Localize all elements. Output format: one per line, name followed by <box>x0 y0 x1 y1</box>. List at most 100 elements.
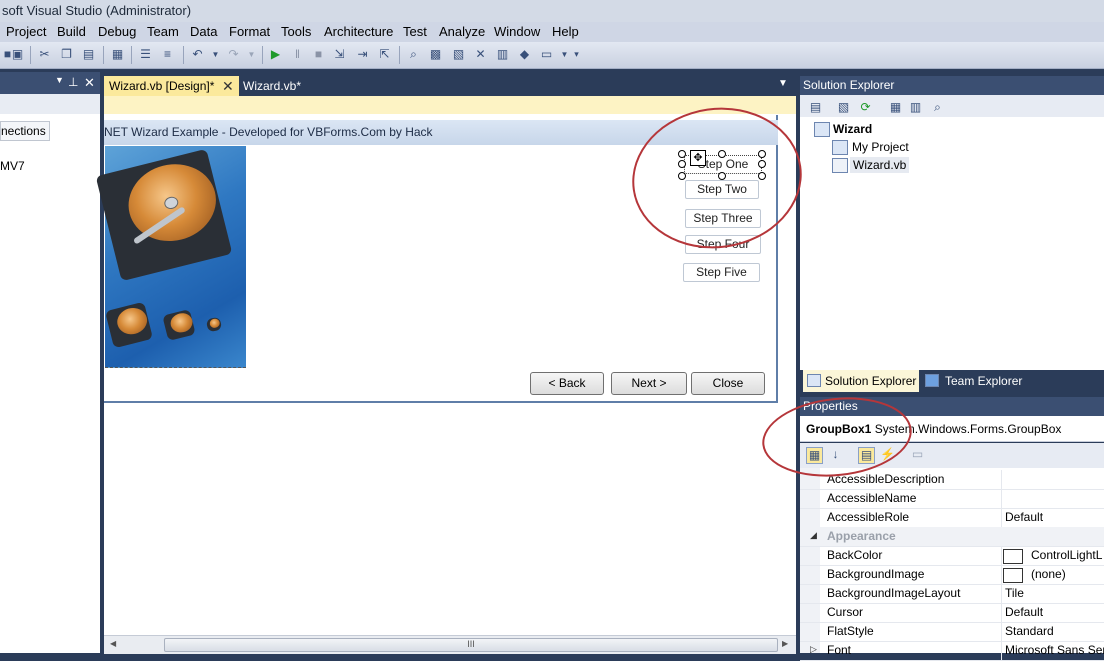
view-designer-icon[interactable]: ▥ <box>908 100 923 115</box>
left-panel-toolbar <box>0 94 100 114</box>
property-category-appearance[interactable]: ◢ Appearance <box>800 527 1104 547</box>
hard-drive-picture[interactable] <box>95 146 246 368</box>
class-diagram-icon[interactable]: ⌕ <box>930 100 945 115</box>
show-all-files-icon[interactable]: ▧ <box>836 100 851 115</box>
step-out-icon[interactable]: ⇱ <box>377 47 392 62</box>
hard-drive-small-icon <box>104 301 154 349</box>
tab-solution-explorer[interactable]: Solution Explorer <box>803 370 919 392</box>
window-position-chevron-icon[interactable]: ▼ <box>55 75 64 85</box>
save-all-icon[interactable]: ▣ <box>10 47 25 62</box>
find-in-files-icon[interactable]: ⌕ <box>406 47 421 62</box>
pause-icon[interactable]: ǁ <box>290 47 305 62</box>
properties-window-icon[interactable]: ▧ <box>451 47 466 62</box>
tree-item-wizard-vb[interactable]: Wizard.vb <box>850 157 910 173</box>
property-row[interactable]: Cursor Default <box>800 603 1104 623</box>
pin-icon[interactable]: ⊥ <box>68 75 78 89</box>
chevron-down-icon[interactable]: ▼ <box>778 78 788 89</box>
menu-team[interactable]: Team <box>147 22 179 42</box>
find-icon[interactable]: ▦ <box>110 47 125 62</box>
toolbar-separator <box>262 46 263 64</box>
undo-icon[interactable]: ↶ <box>190 47 205 62</box>
expand-triangle-icon[interactable]: ▷ <box>810 644 817 655</box>
next-button[interactable]: Next > <box>611 372 687 395</box>
property-row[interactable]: BackColor ControlLightL <box>800 546 1104 566</box>
data-connections-node[interactable]: nections <box>0 121 50 141</box>
property-row[interactable]: BackgroundImageLayout Tile <box>800 584 1104 604</box>
menu-analyze[interactable]: Analyze <box>439 22 485 42</box>
property-row[interactable]: AccessibleRole Default <box>800 508 1104 528</box>
property-row[interactable]: ▷ Font Microsoft Sans Seri <box>800 641 1104 661</box>
window-icon[interactable]: ▭ <box>539 47 554 62</box>
menu-tools[interactable]: Tools <box>281 22 311 42</box>
close-icon[interactable]: ✕ <box>222 76 234 96</box>
left-tool-window: ▼ ⊥ ✕ nections MV7 <box>0 72 100 653</box>
toolbox-icon[interactable]: ✕ <box>473 47 488 62</box>
comment-icon[interactable]: ☰ <box>138 47 153 62</box>
scroll-right-icon[interactable]: ▶ <box>782 639 788 648</box>
close-button[interactable]: Close <box>691 372 765 395</box>
solution-explorer-title: Solution Explorer <box>803 78 895 92</box>
redo-icon[interactable]: ↷ <box>226 47 241 62</box>
properties-icon[interactable]: ▤ <box>808 100 823 115</box>
menu-data[interactable]: Data <box>190 22 217 42</box>
menu-format[interactable]: Format <box>229 22 270 42</box>
toolbar-separator <box>183 46 184 64</box>
form-title: NET Wizard Example - Developed for VBFor… <box>104 125 433 139</box>
left-panel-header: ▼ ⊥ ✕ <box>0 72 100 94</box>
back-button[interactable]: < Back <box>530 372 604 395</box>
refresh-icon[interactable]: ⟳ <box>858 100 873 115</box>
scrollbar-thumb[interactable]: III <box>164 638 778 652</box>
toolbar-separator <box>131 46 132 64</box>
menu-bar: Project Build Debug Team Data Format Too… <box>0 22 1104 42</box>
property-grid: AccessibleDescription AccessibleName Acc… <box>800 468 1104 661</box>
menu-help[interactable]: Help <box>552 22 579 42</box>
menu-debug[interactable]: Debug <box>98 22 136 42</box>
property-row[interactable]: FlatStyle Standard <box>800 622 1104 642</box>
step-five-button[interactable]: Step Five <box>683 263 760 282</box>
property-row[interactable]: BackgroundImage (none) <box>800 565 1104 585</box>
solution-tree: Wizard My Project Wizard.vb <box>800 117 1104 370</box>
tab-wizard-code[interactable]: Wizard.vb* <box>239 76 343 96</box>
close-icon[interactable]: ✕ <box>84 75 95 91</box>
chevron-down-icon[interactable]: ▼ <box>244 47 259 62</box>
view-code-icon[interactable]: ▦ <box>888 100 903 115</box>
paste-icon[interactable]: ▤ <box>81 47 96 62</box>
chevron-down-icon[interactable]: ▼ <box>208 47 223 62</box>
collapse-triangle-icon[interactable]: ◢ <box>810 530 817 541</box>
extension-manager-icon[interactable]: ◆ <box>517 47 532 62</box>
scroll-left-icon[interactable]: ◀ <box>110 639 116 648</box>
menu-build[interactable]: Build <box>57 22 86 42</box>
hard-drive-tiny-icon <box>205 316 223 333</box>
form-file-icon <box>832 158 848 173</box>
image-swatch <box>1003 568 1023 583</box>
hard-drive-smaller-icon <box>162 308 196 342</box>
window-title-bar: soft Visual Studio (Administrator) <box>0 0 1104 22</box>
tree-item-wizard[interactable]: Wizard <box>833 122 872 136</box>
menu-window[interactable]: Window <box>494 22 540 42</box>
copy-icon[interactable]: ❐ <box>59 47 74 62</box>
toolbar-separator <box>30 46 31 64</box>
stop-icon[interactable]: ■ <box>311 47 326 62</box>
step-into-icon[interactable]: ⇲ <box>332 47 347 62</box>
solution-explorer-icon[interactable]: ▩ <box>428 47 443 62</box>
toolbar-overflow-icon[interactable]: ▾ <box>569 47 584 62</box>
tree-item-my-project[interactable]: My Project <box>852 140 909 154</box>
tab-wizard-design[interactable]: Wizard.vb [Design]* ✕ <box>104 76 239 96</box>
server-node[interactable]: MV7 <box>0 159 25 173</box>
start-debug-icon[interactable]: ▶ <box>268 47 283 62</box>
window-title: soft Visual Studio (Administrator) <box>2 3 192 18</box>
menu-architecture[interactable]: Architecture <box>324 22 393 42</box>
scrollbar-grip: III <box>467 639 475 649</box>
my-project-icon <box>832 140 848 155</box>
property-pages-icon[interactable]: ▭ <box>910 447 925 462</box>
object-browser-icon[interactable]: ▥ <box>495 47 510 62</box>
tab-label: Solution Explorer <box>825 374 917 388</box>
property-row[interactable]: AccessibleName <box>800 489 1104 509</box>
cut-icon[interactable]: ✂ <box>37 47 52 62</box>
menu-test[interactable]: Test <box>403 22 427 42</box>
solution-explorer-icon <box>807 374 821 387</box>
uncomment-icon[interactable]: ≡ <box>160 47 175 62</box>
step-over-icon[interactable]: ⇥ <box>355 47 370 62</box>
tab-team-explorer[interactable]: Team Explorer <box>921 370 1041 392</box>
menu-project[interactable]: Project <box>6 22 46 42</box>
